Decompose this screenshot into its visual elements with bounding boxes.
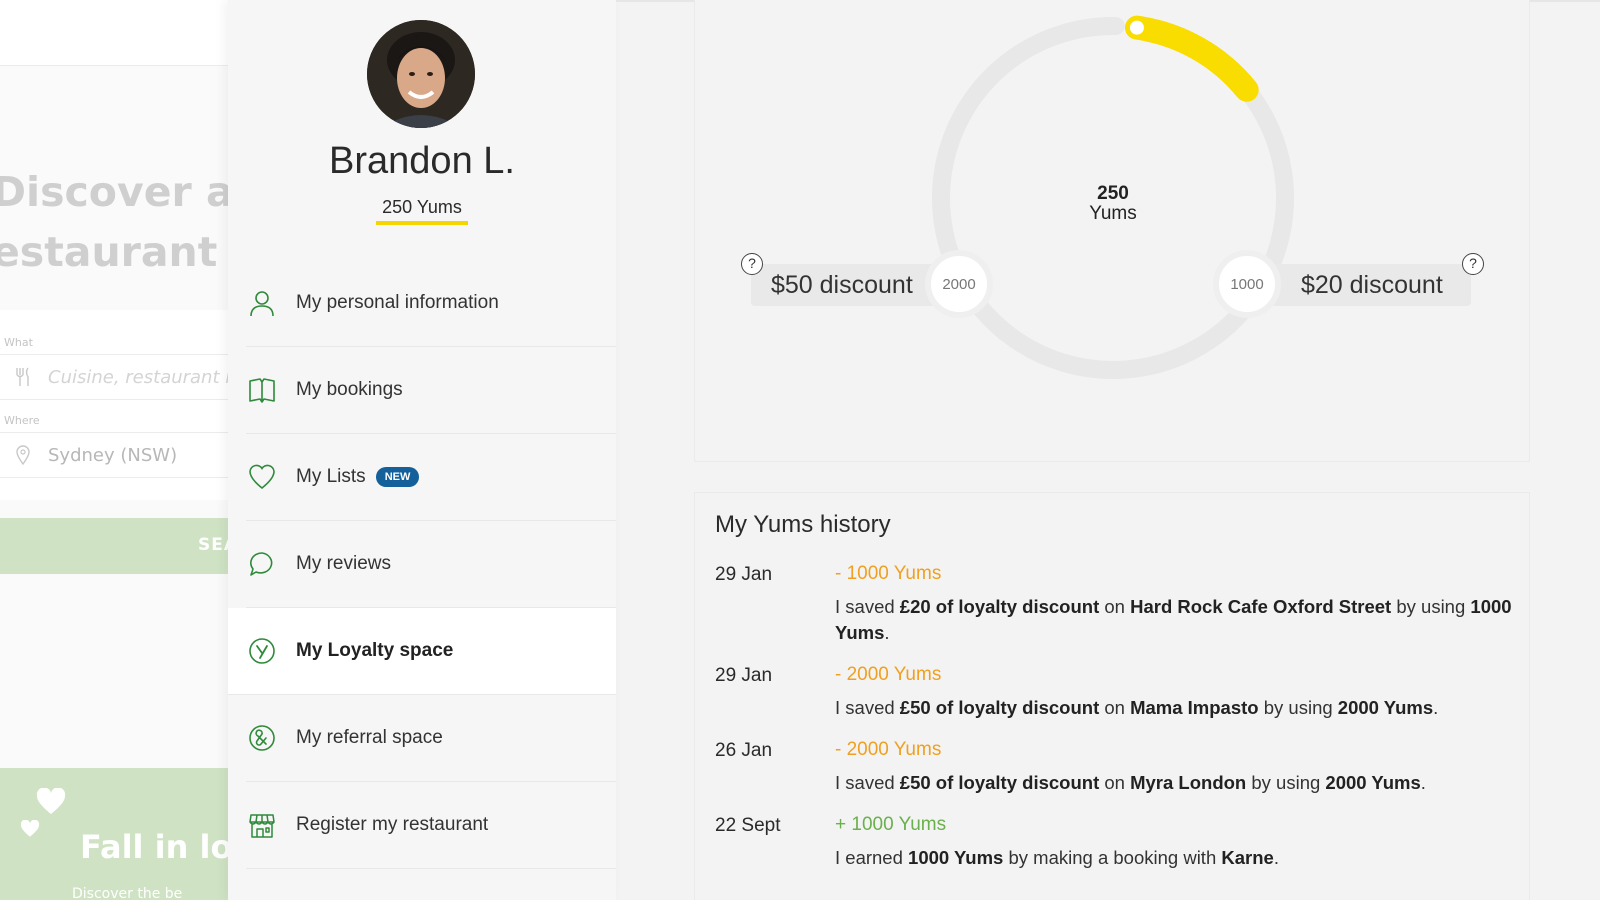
threshold-2000: 2000 (925, 250, 993, 318)
background-search-button[interactable]: SEA (0, 518, 228, 574)
help-icon[interactable]: ? (1462, 253, 1484, 275)
yums-history-title: My Yums history (715, 511, 891, 538)
history-amount: + 1000 Yums (835, 814, 947, 835)
avatar-image (367, 20, 475, 128)
history-description: I saved £20 of loyalty discount on Hard … (835, 596, 1512, 643)
where-label: Where (4, 414, 40, 427)
menu-item-loyalty-space[interactable]: My Loyalty space (228, 608, 616, 695)
person-icon (246, 287, 278, 319)
yums-history-list: 29 Jan - 1000 Yums I saved £20 of loyalty … (715, 563, 1515, 889)
yums-logo-icon (246, 635, 278, 667)
menu-item-lists[interactable]: My Lists NEW (246, 434, 616, 521)
loyalty-main: 250 Yums $50 discount 2000 ? $20 discoun… (616, 0, 1600, 900)
history-description: I saved £50 of loyalty discount on Mama … (835, 697, 1439, 718)
history-description: I earned 1000 Yums by making a booking w… (835, 847, 1279, 868)
background-promo-banner: Fall in lo Discover the be (0, 768, 228, 900)
menu-item-reviews[interactable]: My reviews (246, 521, 616, 608)
chat-bubble-icon (246, 548, 278, 580)
history-date: 29 Jan (715, 564, 773, 585)
menu-item-register-restaurant[interactable]: Register my restaurant (246, 782, 616, 869)
reward-20-discount[interactable]: $20 discount (1265, 264, 1471, 306)
history-date: 29 Jan (715, 665, 773, 686)
menu-item-bookings[interactable]: My bookings (246, 347, 616, 434)
loyalty-gauge: 250 Yums (932, 15, 1294, 379)
background-hero-title: Discover and estaurant (0, 168, 228, 276)
where-input[interactable]: Sydney (NSW) (0, 432, 228, 478)
history-entry: 22 Sept + 1000 Yums I earned 1000 Yums by … (715, 814, 1515, 871)
history-entry: 29 Jan - 2000 Yums I saved £50 of loyalty … (715, 664, 1515, 721)
yums-history-card: My Yums history 29 Jan - 1000 Yums I saved… (694, 492, 1530, 900)
location-pin-icon (16, 445, 30, 465)
threshold-1000: 1000 (1213, 250, 1281, 318)
history-entry: 29 Jan - 1000 Yums I saved £20 of loyalty … (715, 563, 1515, 646)
gauge-progress (1124, 15, 1259, 102)
promo-subtitle: Discover the be (72, 886, 183, 900)
loyalty-gauge-card: 250 Yums $50 discount 2000 ? $20 discoun… (694, 0, 1530, 462)
history-date: 26 Jan (715, 740, 773, 761)
avatar[interactable] (367, 20, 475, 128)
history-amount: - 2000 Yums (835, 664, 942, 685)
fork-knife-icon (16, 367, 29, 386)
storefront-icon (246, 809, 278, 841)
menu-item-personal-information[interactable]: My personal information (246, 260, 616, 347)
history-entry: 26 Jan - 2000 Yums I saved £50 of loyalty … (715, 739, 1515, 796)
history-date: 22 Sept (715, 815, 781, 836)
book-icon (246, 374, 278, 406)
background-search-form: What Cuisine, restaurant n Where Sydney … (0, 310, 228, 500)
gauge-progress-knob (1129, 20, 1144, 35)
referral-icon (246, 722, 278, 754)
gauge-center-value: 250 (1097, 183, 1129, 204)
history-amount: - 2000 Yums (835, 739, 942, 760)
promo-title: Fall in lo (80, 828, 228, 866)
background-topbar (0, 0, 228, 66)
user-yums-balance: 250 Yums (376, 197, 468, 225)
heart-icon (20, 820, 40, 837)
heart-icon (246, 461, 278, 493)
what-label: What (4, 336, 33, 349)
help-icon[interactable]: ? (741, 253, 763, 275)
heart-icon (36, 788, 66, 814)
user-name: Brandon L. (329, 140, 515, 182)
account-drawer: Brandon L. 250 Yums My personal informat… (228, 0, 1600, 900)
menu-item-referral-space[interactable]: My referral space (246, 695, 616, 782)
where-value: Sydney (NSW) (48, 445, 178, 466)
history-amount: - 1000 Yums (835, 563, 942, 584)
what-input[interactable]: Cuisine, restaurant n (0, 354, 228, 400)
what-placeholder: Cuisine, restaurant n (48, 367, 228, 388)
gauge-center-unit: Yums (1089, 203, 1137, 224)
new-badge: NEW (375, 467, 420, 487)
history-description: I saved £50 of loyalty discount on Myra … (835, 772, 1426, 793)
background-page: Discover and estaurant What Cuisine, res… (0, 0, 228, 900)
account-menu: My personal information My bookings My L… (228, 260, 616, 869)
